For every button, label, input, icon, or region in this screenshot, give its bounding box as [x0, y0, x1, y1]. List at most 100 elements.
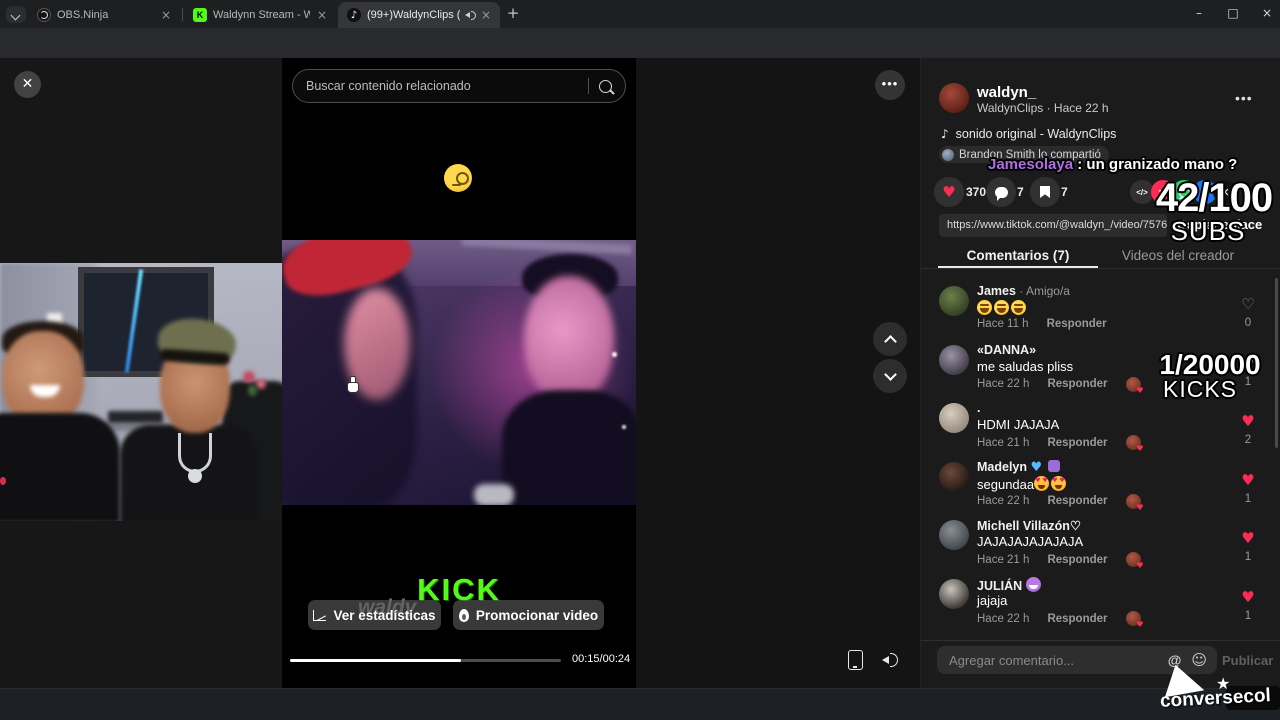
art-shape [178, 433, 212, 473]
tab-close-icon[interactable]: × [314, 8, 330, 22]
comment-like-count: 1 [1244, 551, 1252, 564]
bookmark-icon [1040, 186, 1050, 198]
previous-video-button[interactable] [873, 322, 907, 356]
kick-favicon: K [193, 8, 207, 22]
tab-close-icon[interactable]: × [158, 8, 174, 22]
new-tab-button[interactable]: + [504, 5, 522, 23]
video-player[interactable]: Buscar contenido relacionado waldy KICK … [282, 58, 636, 688]
reply-button[interactable]: Responder [1047, 495, 1107, 507]
art-shape [612, 352, 617, 357]
art-shape [474, 484, 514, 505]
next-video-button[interactable] [873, 359, 907, 393]
browser-tab[interactable]: K Waldynn Stream - Watch Live o × [184, 2, 336, 28]
window-close-button[interactable]: × [1250, 0, 1280, 28]
reply-button[interactable]: Responder [1047, 318, 1107, 330]
comment-time: Hace 22 h [977, 378, 1030, 391]
laugh-emoji [1011, 300, 1026, 315]
reply-button[interactable]: Responder [1047, 554, 1107, 566]
creator-liked-badge [1125, 611, 1144, 629]
comment-like-button[interactable]: ♥ [1237, 590, 1259, 605]
promote-label: Promocionar video [475, 607, 599, 623]
overlay-kicks-label: KICKS [1162, 376, 1238, 402]
comment-time: Hace 22 h [977, 495, 1030, 508]
commenter-badge-label: · Amigo/a [1015, 284, 1070, 298]
flame-icon [458, 608, 469, 622]
comment-like-button[interactable]: ♥ [1237, 531, 1259, 546]
video-progress-bar[interactable] [290, 659, 561, 662]
heart-icon: ♥ [942, 182, 956, 201]
comment-like-count: 2 [1244, 434, 1252, 447]
creator-liked-badge [1125, 493, 1144, 512]
commenter-avatar[interactable] [939, 286, 969, 316]
view-stats-label: Ver estadísticas [333, 607, 436, 623]
reply-button[interactable]: Responder [1047, 378, 1107, 390]
comment-like-count: 1 [1244, 610, 1252, 622]
creator-liked-badge [1125, 435, 1144, 453]
mobile-mode-icon[interactable] [848, 650, 863, 670]
related-search-bar[interactable]: Buscar contenido relacionado [292, 69, 626, 103]
tab-comments[interactable]: Comentarios (7) [938, 248, 1098, 263]
browser-tab[interactable]: OBS.Ninja × [28, 2, 180, 28]
save-button[interactable] [1030, 177, 1060, 207]
commenter-name[interactable]: James · Amigo/a [977, 284, 1070, 298]
comment-like-button[interactable]: ♡ [1237, 297, 1259, 312]
chevron-up-icon [883, 334, 897, 348]
comment-time: Hace 21 h [977, 436, 1030, 449]
commenter-avatar[interactable] [939, 579, 969, 609]
comment-row: JULIÁN jajaja Hace 22 h Responder ♥ 1 [939, 577, 1269, 633]
tab-close-icon[interactable]: × [478, 8, 494, 22]
tab-creator-videos[interactable]: Videos del creador [1098, 248, 1258, 263]
video-more-button[interactable]: ••• [875, 70, 905, 100]
reply-button[interactable]: Responder [1047, 613, 1107, 625]
tab-search-button[interactable] [6, 6, 26, 23]
comment-meta: Hace 22 h Responder [977, 493, 1144, 512]
commenter-name[interactable]: Madelyn ♥ [977, 459, 1062, 475]
commenter-name[interactable]: Michell Villazón♡ [977, 518, 1081, 533]
comment-time: Hace 21 h [977, 553, 1030, 566]
comment-row: Madelyn ♥ segundaa Hace 22 h Responder ♥ 1 [939, 459, 1269, 516]
share-url-box[interactable]: https://www.tiktok.com/@waldyn_/video/75… [939, 214, 1167, 237]
music-note-icon: ♪ [941, 127, 949, 141]
chevron-down-icon [883, 367, 897, 381]
browser-tab[interactable]: ♪ (99+)WaldynClips (@waldy × [338, 2, 500, 28]
like-button[interactable]: ♥ [934, 177, 964, 207]
commenter-avatar[interactable] [939, 344, 969, 375]
related-search-placeholder: Buscar contenido relacionado [306, 79, 471, 93]
window-maximize-button[interactable]: □ [1216, 0, 1250, 28]
purple-emoji [1047, 459, 1060, 472]
promote-video-button[interactable]: Promocionar video [453, 600, 604, 630]
commenter-name[interactable]: «DANNA» [977, 343, 1036, 357]
commenter-name[interactable]: JULIÁN [977, 577, 1043, 593]
comment-like-button[interactable]: ♥ [1237, 414, 1259, 429]
comment-placeholder: Agregar comentario... [949, 652, 1075, 668]
commenter-avatar[interactable] [939, 403, 969, 434]
commenter-avatar[interactable] [939, 461, 969, 492]
comment-button[interactable] [986, 177, 1016, 207]
view-stats-button[interactable]: Ver estadísticas [308, 600, 441, 630]
sound-title: sonido original - WaldynClips [955, 127, 1117, 141]
close-video-button[interactable]: ✕ [14, 71, 41, 98]
art-shape [243, 371, 255, 383]
chevron-down-icon [10, 10, 21, 21]
window-minimize-button[interactable]: – [1182, 0, 1216, 28]
sound-row[interactable]: ♪ sonido original - WaldynClips [941, 127, 1116, 141]
comment-time: Hace 22 h [977, 612, 1030, 625]
comments-scrollbar[interactable] [1275, 278, 1278, 448]
obs-ninja-favicon [37, 8, 51, 22]
tab-audio-icon[interactable] [464, 9, 476, 21]
comment-like-count: 1 [1244, 492, 1252, 505]
save-count: 7 [1061, 185, 1068, 199]
post-more-icon[interactable]: ••• [1235, 90, 1253, 106]
comment-like-button[interactable]: ♥ [1237, 472, 1259, 488]
tab-title: OBS.Ninja [57, 9, 109, 21]
comment-row: Michell Villazón♡ JAJAJAJAJAJAJA Hace 21 h… [939, 518, 1269, 574]
author-avatar[interactable] [939, 83, 969, 113]
comment-meta: Hace 21 h Responder [977, 552, 1144, 570]
commenter-avatar[interactable] [939, 520, 969, 551]
volume-icon[interactable] [882, 652, 900, 668]
commenter-name[interactable]: . [977, 401, 980, 415]
publish-button[interactable]: Publicar [1222, 653, 1273, 668]
reply-button[interactable]: Responder [1047, 437, 1107, 449]
author-name[interactable]: waldyn_ [977, 84, 1036, 101]
search-icon[interactable] [599, 79, 612, 93]
